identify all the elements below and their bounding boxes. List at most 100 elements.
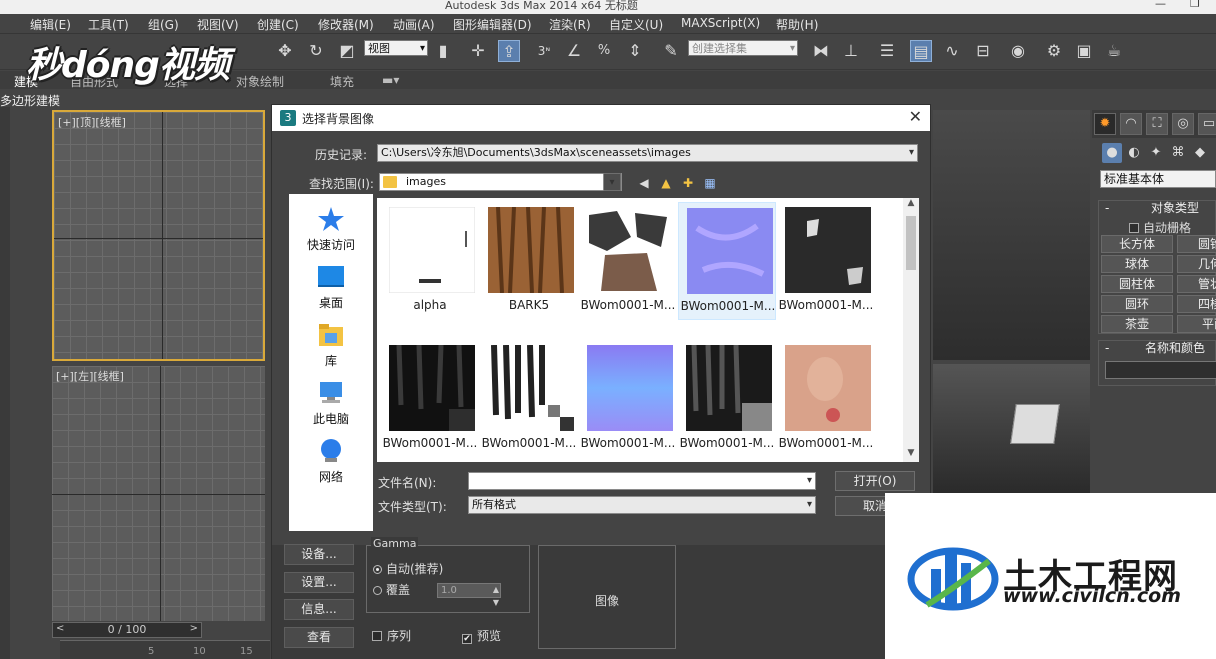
file-list[interactable]: alpha BARK5 BWom0001-M... BWom0001-M... … [377, 198, 919, 462]
file-item[interactable]: BWom0001-M... [579, 340, 677, 458]
create-tab-icon[interactable]: ✹ [1094, 113, 1116, 135]
lookin-combobox[interactable]: images ▾ [379, 173, 622, 191]
name-color-header[interactable]: - 名称和颜色 [1099, 341, 1215, 357]
viewport-front[interactable] [933, 110, 1090, 360]
menu-animation[interactable]: 动画(A) [393, 16, 435, 33]
file-item[interactable]: BWom0001-M... [381, 340, 479, 458]
preview-checkbox[interactable]: ✔ 预览 [462, 627, 501, 644]
scene-explorer-icon[interactable]: ▤ [910, 40, 932, 62]
modify-tab-icon[interactable]: ◠ [1120, 113, 1142, 135]
menu-edit[interactable]: 编辑(E) [30, 16, 71, 33]
file-list-scrollbar[interactable]: ▲ ▼ [903, 198, 919, 462]
pyramid-button[interactable]: 四棱锥 [1177, 295, 1216, 313]
menu-create[interactable]: 创建(C) [257, 16, 299, 33]
spinner-arrows-icon[interactable]: ▲ ▼ [493, 583, 499, 609]
scrollbar-thumb[interactable] [906, 216, 916, 270]
pivot-icon[interactable]: ▮ [432, 40, 454, 62]
autogrid-checkbox[interactable]: 自动栅格 [1129, 219, 1191, 236]
ribbon-options-icon[interactable]: ▬▾ [382, 73, 399, 87]
view-menu-icon[interactable]: ▦ [702, 175, 718, 191]
plane-button[interactable]: 平面 [1177, 315, 1216, 333]
menu-help[interactable]: 帮助(H) [776, 16, 818, 33]
info-button[interactable]: 信息... [284, 599, 354, 620]
cone-button[interactable]: 圆锥体 [1177, 235, 1216, 253]
menu-graph-editors[interactable]: 图形编辑器(D) [453, 16, 532, 33]
menu-customize[interactable]: 自定义(U) [609, 16, 663, 33]
rotate-icon[interactable]: ↻ [305, 40, 327, 62]
file-item[interactable]: BWom0001-M... [579, 202, 677, 320]
torus-button[interactable]: 圆环 [1101, 295, 1173, 313]
percent-snap-icon[interactable]: % [593, 40, 615, 62]
display-tab-icon[interactable]: ▭ [1198, 113, 1216, 135]
history-combobox[interactable]: C:\Users\冷东旭\Documents\3dsMax\sceneasset… [377, 144, 918, 162]
tab-populate[interactable]: 填充 [330, 73, 354, 90]
render-setup-icon[interactable]: ⚙ [1043, 40, 1065, 62]
file-item[interactable]: BWom0001-M... [777, 202, 875, 320]
reference-coordinate-dropdown[interactable]: 视图 [364, 40, 428, 56]
filename-input[interactable]: ▾ [468, 472, 816, 490]
primitive-type-dropdown[interactable]: 标准基本体 [1100, 170, 1216, 188]
close-icon[interactable]: ✕ [909, 107, 922, 126]
track-bar[interactable]: 5 10 15 [60, 640, 270, 659]
minimize-button[interactable]: — [1155, 0, 1166, 10]
scroll-up-icon[interactable]: ▲ [903, 198, 919, 212]
schematic-icon[interactable]: ⊟ [972, 40, 994, 62]
new-folder-icon[interactable]: ✚ [680, 175, 696, 191]
sequence-checkbox[interactable]: 序列 [372, 627, 411, 644]
box-button[interactable]: 长方体 [1101, 235, 1173, 253]
menu-group[interactable]: 组(G) [148, 16, 179, 33]
select-manipulate-icon[interactable]: ✛ [467, 40, 489, 62]
menu-modifiers[interactable]: 修改器(M) [318, 16, 374, 33]
render-frame-icon[interactable]: ▣ [1073, 40, 1095, 62]
snap-icon[interactable]: 3ᶰ [533, 40, 555, 62]
file-item[interactable]: BARK5 [480, 202, 578, 320]
gamma-auto-radio[interactable]: 自动(推荐) [373, 560, 443, 577]
spinner-snap-icon[interactable]: ⇕ [624, 40, 646, 62]
hierarchy-tab-icon[interactable]: ⛶ [1146, 113, 1168, 135]
cylinder-button[interactable]: 圆柱体 [1101, 275, 1173, 293]
menu-rendering[interactable]: 渲染(R) [549, 16, 591, 33]
file-item[interactable]: BWom0001-M... [480, 340, 578, 458]
place-network[interactable]: 网络 [289, 438, 373, 492]
cameras-icon[interactable]: ⌘ [1168, 143, 1188, 163]
menu-maxscript[interactable]: MAXScript(X) [681, 16, 760, 30]
geosphere-button[interactable]: 几何球体 [1177, 255, 1216, 273]
place-libraries[interactable]: 库 [289, 322, 373, 376]
gamma-override-radio[interactable]: 覆盖 [373, 581, 410, 598]
geometry-icon[interactable]: ● [1102, 143, 1122, 163]
align-icon[interactable]: ⊥ [840, 40, 862, 62]
helpers-icon[interactable]: ◆ [1190, 143, 1210, 163]
object-name-field[interactable] [1105, 361, 1216, 379]
time-prev-icon[interactable]: < [56, 622, 64, 636]
time-slider[interactable]: < 0 / 100 > [52, 622, 202, 638]
layer-icon[interactable]: ☰ [876, 40, 898, 62]
angle-snap-icon[interactable]: ∠ [563, 40, 585, 62]
scale-icon[interactable]: ◩ [336, 40, 358, 62]
keyboard-shortcut-icon[interactable]: ⇪ [498, 40, 520, 62]
viewcube-icon[interactable] [1010, 404, 1060, 444]
named-selection-set-dropdown[interactable]: 创建选择集 [688, 40, 798, 56]
viewport-left-label[interactable]: [+][左][线框] [56, 368, 124, 384]
viewport-top-label[interactable]: [+][顶][线框] [58, 114, 126, 130]
back-icon[interactable]: ◀ [636, 175, 652, 191]
tab-object-paint[interactable]: 对象绘制 [236, 73, 284, 90]
time-next-icon[interactable]: > [190, 622, 198, 636]
material-editor-icon[interactable]: ◉ [1007, 40, 1029, 62]
menu-views[interactable]: 视图(V) [197, 16, 239, 33]
render-icon[interactable]: ☕ [1103, 40, 1125, 62]
setup-button[interactable]: 设备... [284, 544, 354, 565]
mirror-icon[interactable]: ⧓ [810, 40, 832, 62]
viewport-perspective[interactable] [933, 364, 1090, 494]
view-button[interactable]: 查看 [284, 627, 354, 648]
filetype-select[interactable]: 所有格式 ▾ [468, 496, 816, 514]
place-desktop[interactable]: 桌面 [289, 264, 373, 318]
place-quick-access[interactable]: 快速访问 [289, 206, 373, 260]
object-type-header[interactable]: - 对象类型 [1099, 201, 1215, 217]
lights-icon[interactable]: ✦ [1146, 143, 1166, 163]
move-icon[interactable]: ✥ [274, 40, 296, 62]
file-item-selected[interactable]: BWom0001-M... [678, 202, 776, 320]
shapes-icon[interactable]: ◐ [1124, 143, 1144, 163]
motion-tab-icon[interactable]: ◎ [1172, 113, 1194, 135]
viewport-left[interactable]: [+][左][线框] [52, 366, 265, 621]
teapot-button[interactable]: 茶壶 [1101, 315, 1173, 333]
